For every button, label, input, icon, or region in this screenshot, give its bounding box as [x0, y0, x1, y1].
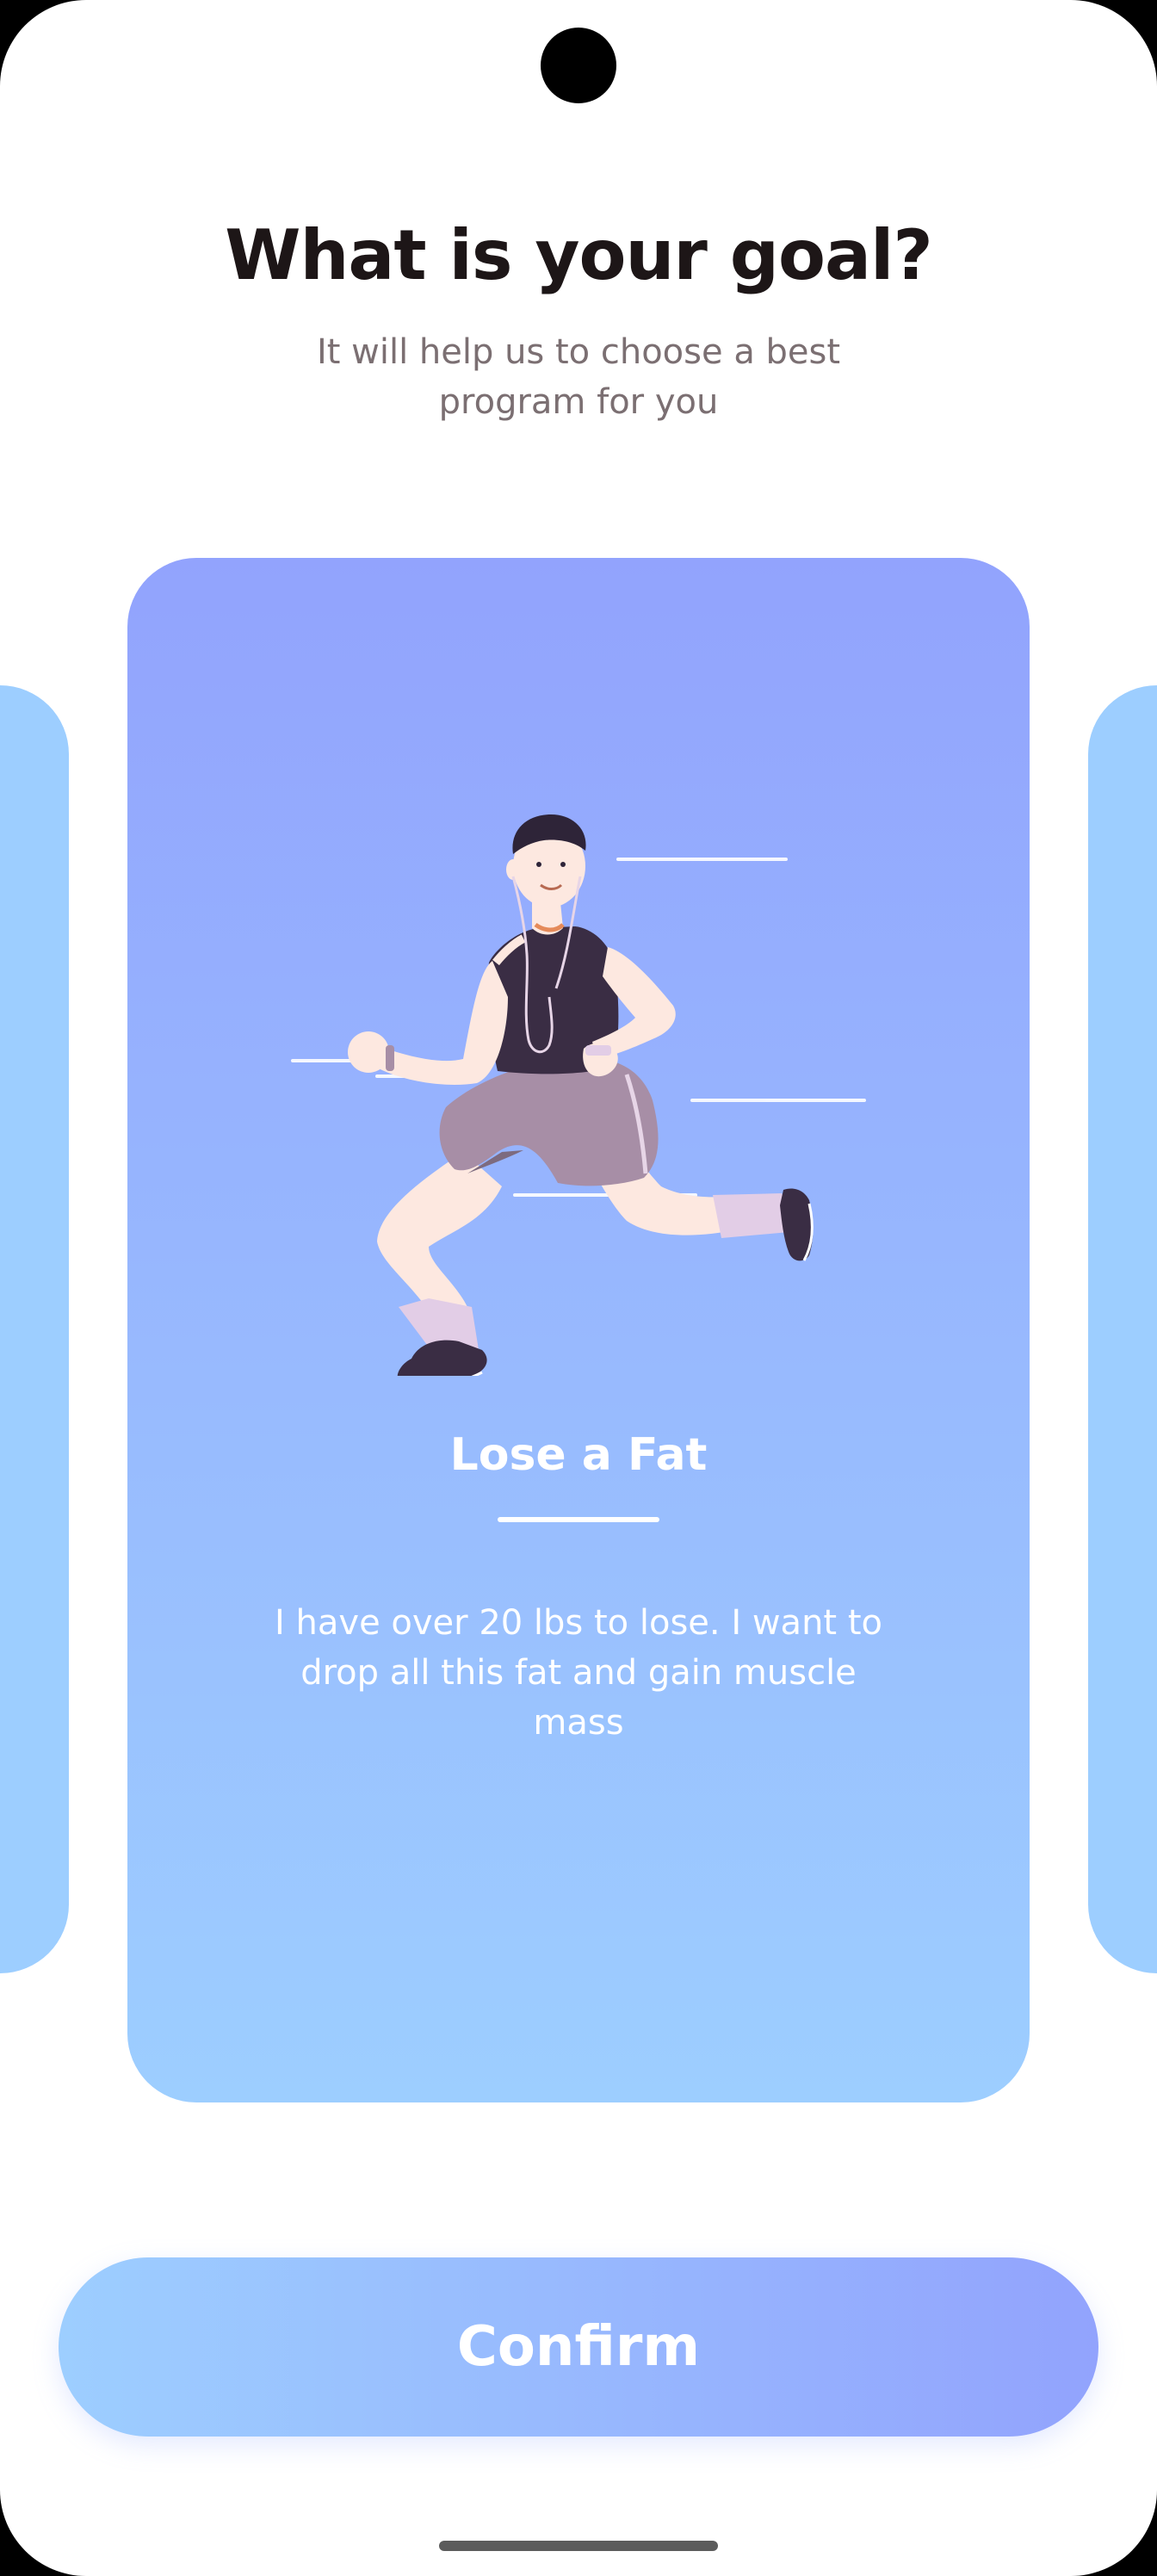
running-man-illustration: [291, 814, 866, 1376]
app-screen: What is your goal? It will help us to ch…: [0, 0, 1157, 2576]
previous-goal-card[interactable]: [0, 685, 69, 1973]
confirm-button[interactable]: Confirm: [59, 2257, 1098, 2437]
front-camera: [541, 28, 616, 103]
goal-description: I have over 20 lbs to lose. I want to dr…: [275, 1603, 882, 1743]
page-subtitle: It will help us to choose a best program…: [316, 332, 841, 422]
next-goal-card[interactable]: [1088, 685, 1157, 1973]
page-title: What is your goal?: [225, 215, 933, 295]
goal-title: Lose a Fat: [449, 1429, 708, 1481]
goal-title-divider: [498, 1517, 659, 1522]
home-indicator[interactable]: [439, 2541, 718, 2551]
goal-card[interactable]: Lose a Fat I have over 20 lbs to lose. I…: [127, 558, 1030, 2102]
